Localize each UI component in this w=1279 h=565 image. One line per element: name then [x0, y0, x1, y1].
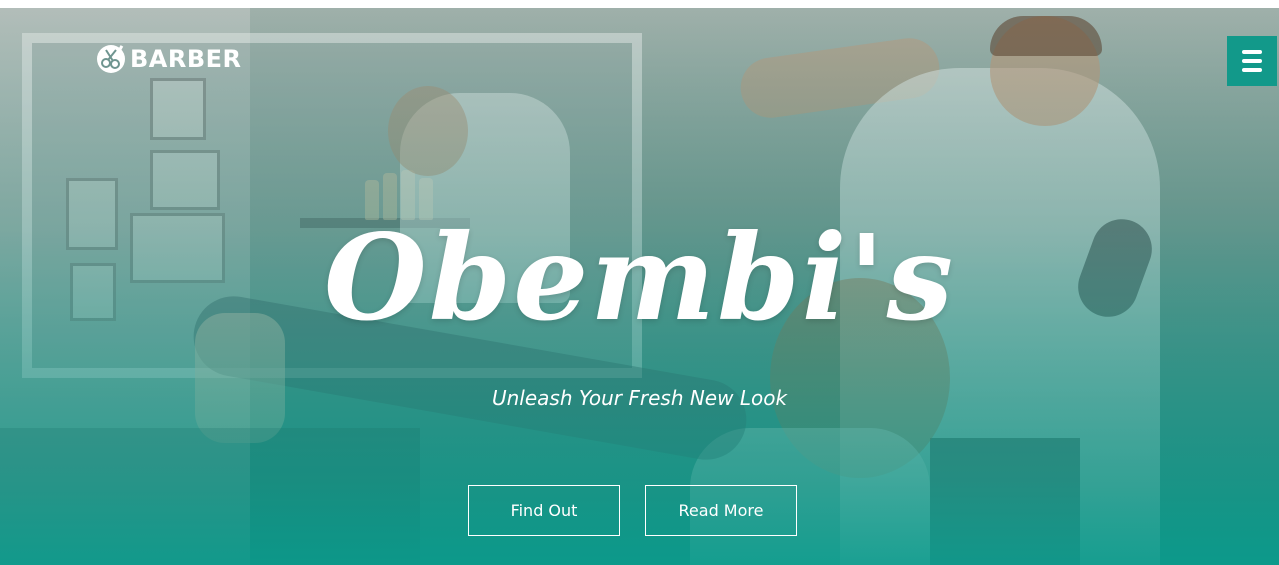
- scissors-comb-icon: [97, 45, 125, 73]
- hamburger-menu-icon: [1242, 50, 1262, 54]
- site-logo[interactable]: BARBER: [94, 40, 242, 78]
- read-more-button[interactable]: Read More: [645, 485, 797, 536]
- menu-button[interactable]: [1227, 36, 1277, 86]
- hero-title: Obembi's: [323, 208, 956, 347]
- hero-tagline: Unleash Your Fresh New Look: [491, 386, 788, 410]
- hamburger-menu-icon: [1242, 68, 1262, 72]
- find-out-button[interactable]: Find Out: [468, 485, 620, 536]
- hamburger-menu-icon: [1242, 59, 1262, 63]
- logo-text: BARBER: [130, 45, 242, 73]
- hero-section: BARBER Obembi's Unleash Your Fresh New L…: [0, 8, 1279, 565]
- top-border: [0, 0, 1279, 8]
